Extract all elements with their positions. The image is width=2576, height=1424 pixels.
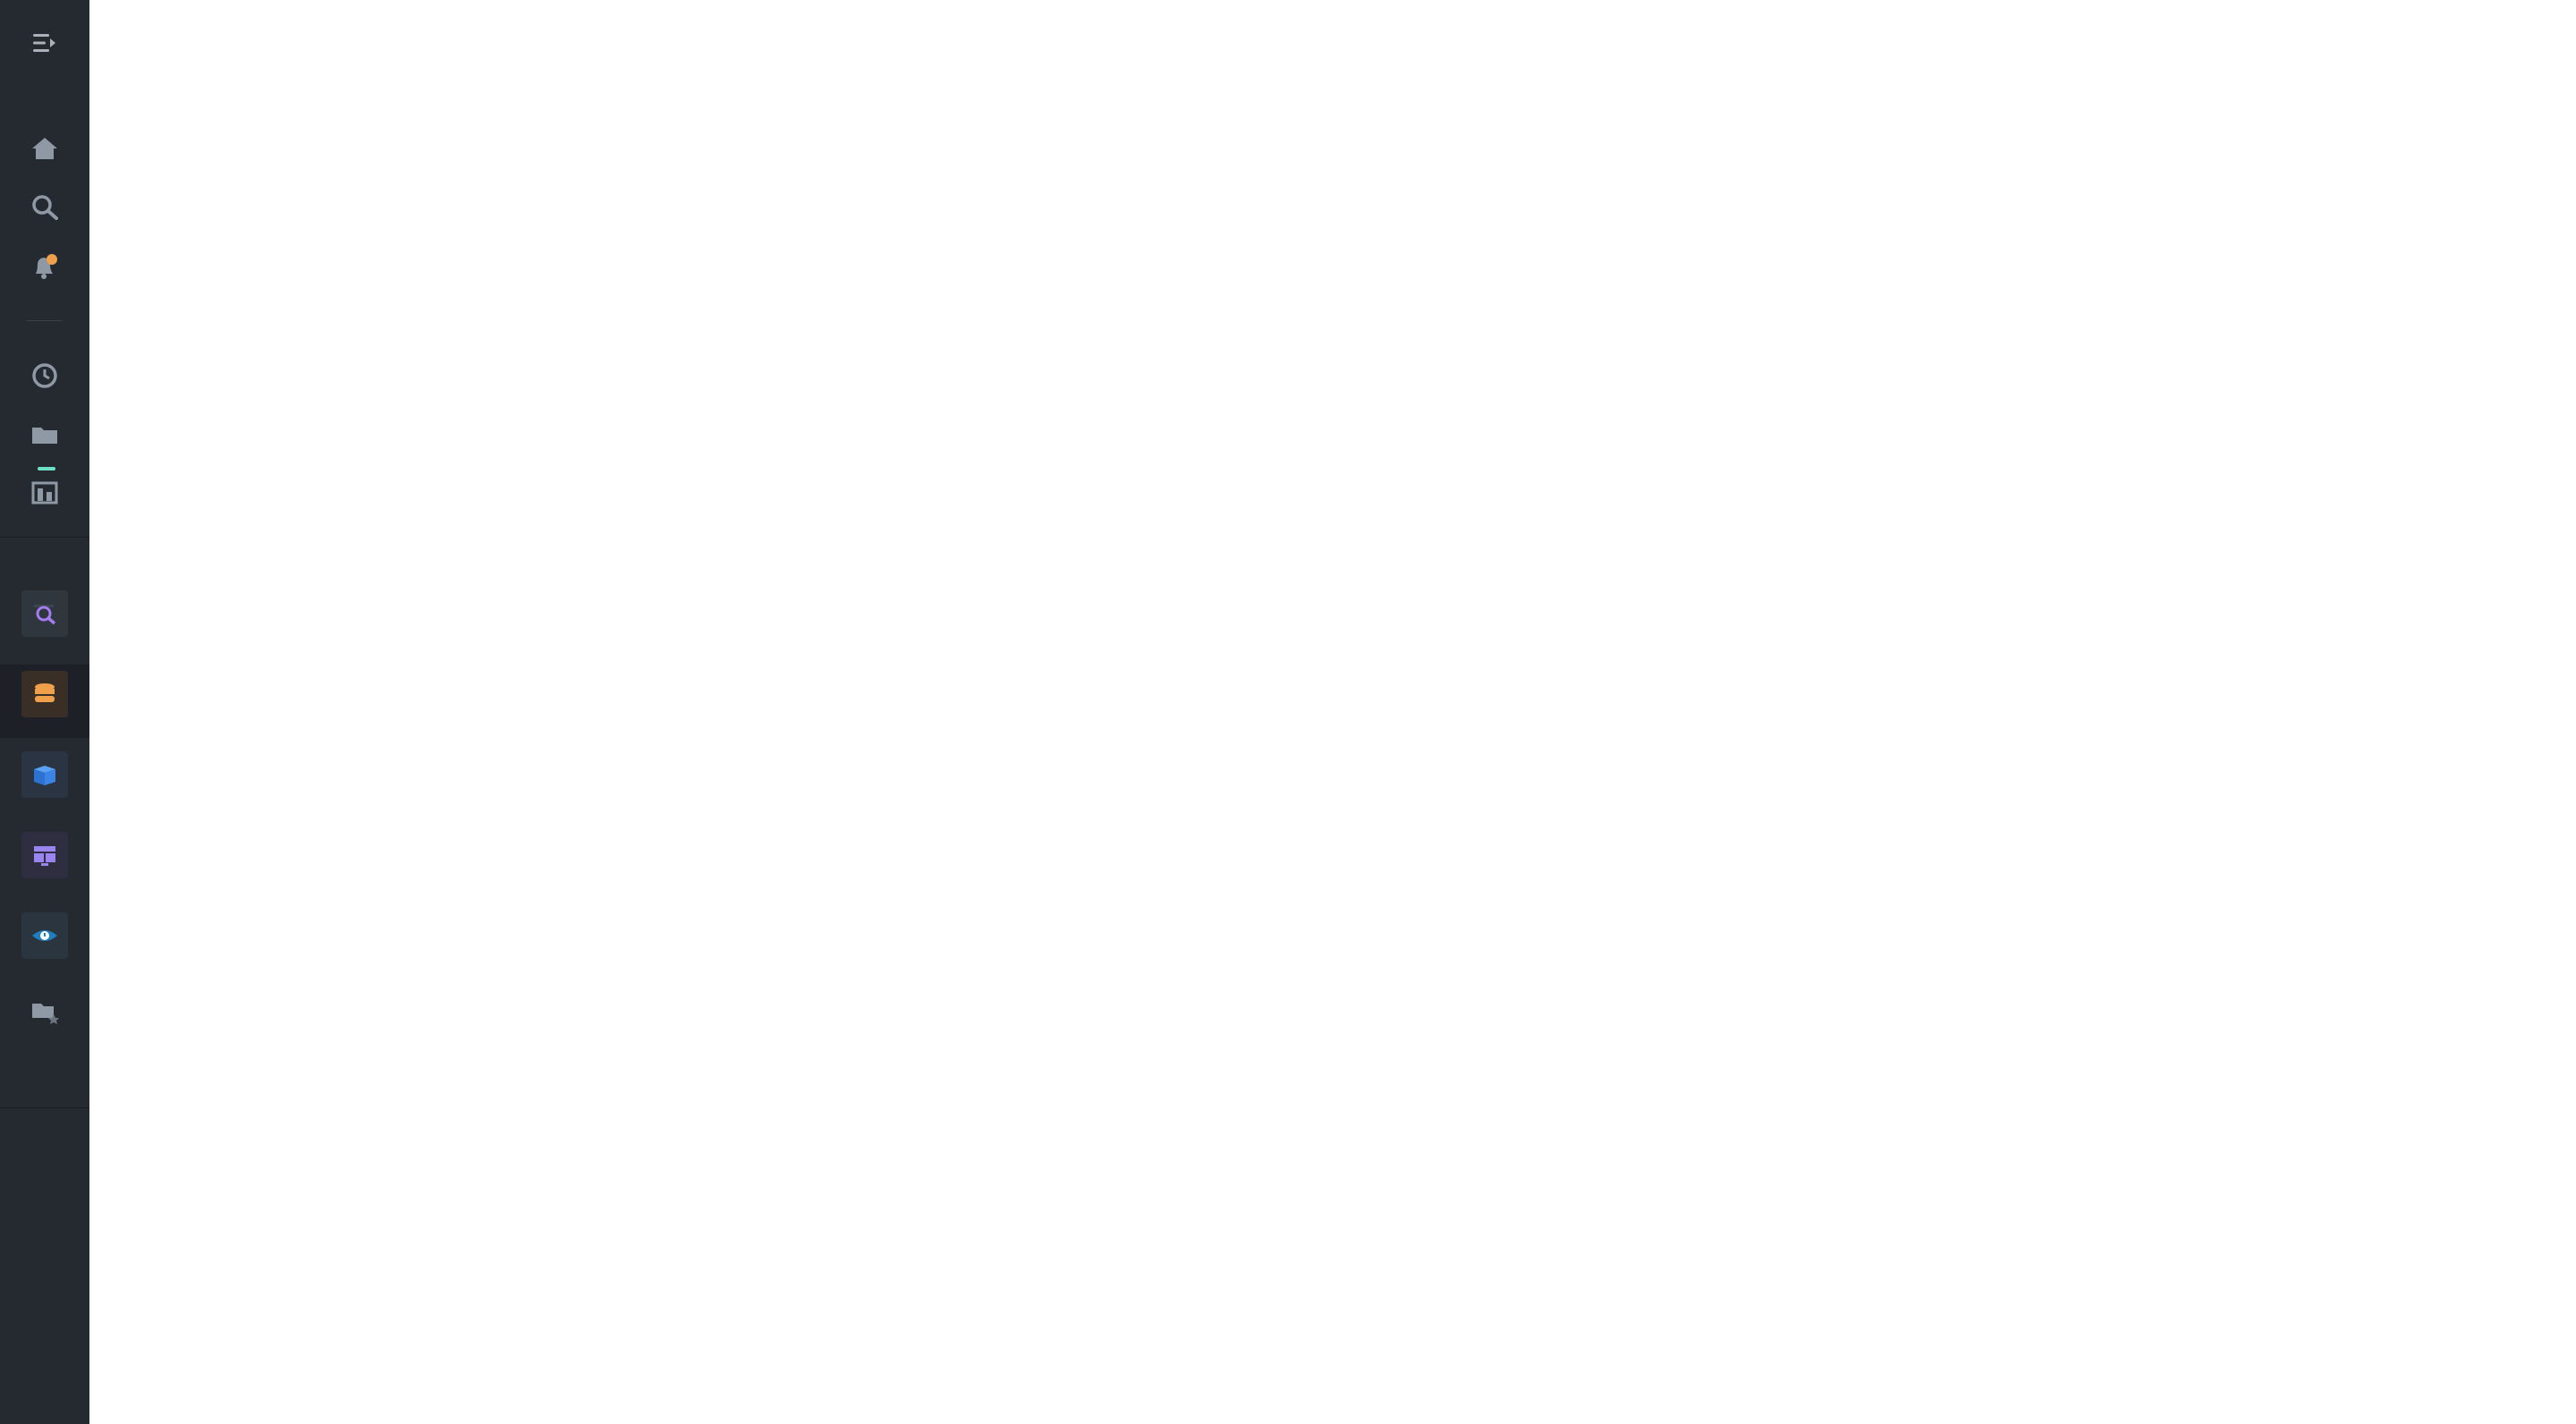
workshop-icon[interactable] (21, 832, 68, 878)
folder-icon[interactable] (21, 411, 68, 458)
menu-expand-icon[interactable] (21, 20, 68, 66)
global-nav-rail (0, 0, 89, 1424)
home-icon[interactable] (21, 125, 68, 172)
ontology-cube-icon[interactable] (21, 751, 68, 798)
notifications-icon[interactable] (21, 243, 68, 290)
object-explorer-icon[interactable] (21, 590, 68, 637)
dashboard-icon[interactable] (21, 469, 68, 515)
data-connection-icon[interactable] (21, 671, 68, 717)
history-icon[interactable] (21, 352, 68, 399)
search-icon[interactable] (21, 184, 68, 231)
monitoring-eye-icon[interactable] (21, 912, 68, 959)
new-badge (38, 467, 55, 470)
favorites-folder-icon[interactable] (21, 987, 68, 1034)
